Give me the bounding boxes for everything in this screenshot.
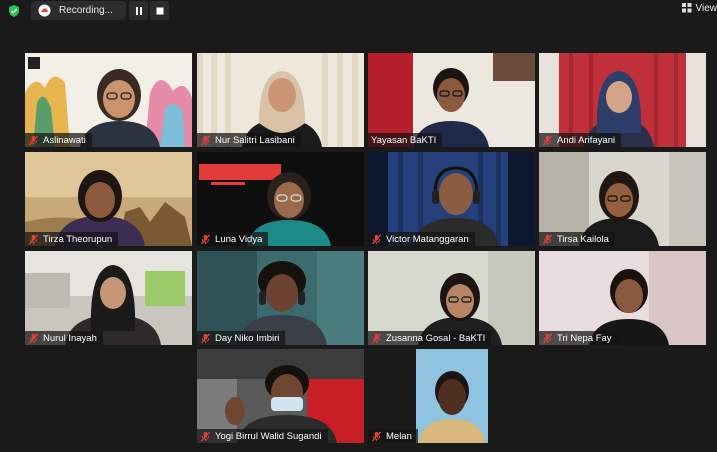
video-tile-day-niko-imbiri[interactable]: Day Niko Imbiri (197, 251, 364, 345)
participant-name: Zusanna Gosal - BaKTI (386, 332, 486, 344)
mic-muted-icon (200, 431, 211, 442)
shield-icon[interactable] (7, 4, 21, 18)
participant-name-tag: Tirza Theorupun (25, 232, 119, 246)
participant-name-tag: Zusanna Gosal - BaKTI (368, 331, 492, 345)
participant-name-tag: Aslinawati (25, 133, 92, 147)
video-tile-zusanna-gosal[interactable]: Zusanna Gosal - BaKTI (368, 251, 535, 345)
grid-view-icon (681, 3, 691, 13)
participant-name: Tirza Theorupun (43, 233, 113, 245)
mic-muted-icon (28, 333, 39, 344)
stop-icon (156, 7, 163, 14)
mic-muted-icon (371, 234, 382, 245)
participant-name: Melan (386, 430, 412, 442)
pause-recording-button[interactable] (129, 1, 148, 20)
mic-muted-icon (200, 234, 211, 245)
participant-name-tag: Yayasan BaKTI (368, 133, 443, 147)
participant-name-tag: Nur Salitri Lasibani (197, 133, 301, 147)
video-tile-victor-matanggaran[interactable]: Victor Matanggaran (368, 152, 535, 246)
participant-name: Victor Matanggaran (386, 233, 469, 245)
participant-name-tag: Luna Vidya (197, 232, 269, 246)
participant-name: Nur Salitri Lasibani (215, 134, 295, 146)
video-tile-melan[interactable]: Melan (368, 349, 535, 443)
participant-name: Tri Nepa Fay (557, 332, 612, 344)
participant-name-tag: Tri Nepa Fay (539, 331, 618, 345)
video-tile-tirsa-kailola[interactable]: Tirsa Kailola (539, 152, 706, 246)
participant-name-tag: Day Niko Imbiri (197, 331, 286, 345)
participant-name-tag: Andi Arifayani (539, 133, 622, 147)
participant-name-tag: Tirsa Kailola (539, 232, 615, 246)
meeting-top-bar: Recording... View (0, 0, 717, 22)
participant-name: Yogi Birrul Walid Sugandi (215, 430, 322, 442)
mic-muted-icon (542, 135, 553, 146)
participant-name: Tirsa Kailola (557, 233, 609, 245)
mic-muted-icon (28, 135, 39, 146)
mic-muted-icon (28, 234, 39, 245)
participant-name-tag: Yogi Birrul Walid Sugandi (197, 429, 328, 443)
stop-recording-button[interactable] (150, 1, 169, 20)
participant-name-tag: Melan (368, 429, 418, 443)
video-tile-andi-arifayani[interactable]: Andi Arifayani (539, 53, 706, 147)
participant-name: Nurul Inayah (43, 332, 97, 344)
recording-label: Recording... (59, 5, 113, 16)
video-tile-yogi-birrul-walid-sugandi[interactable]: Yogi Birrul Walid Sugandi (197, 349, 364, 443)
cloud-recording-icon (38, 4, 51, 17)
mic-muted-icon (542, 234, 553, 245)
view-label: View (695, 2, 717, 14)
video-tile-nurul-inayah[interactable]: Nurul Inayah (25, 251, 192, 345)
video-tile-nur-salitri-lasibani[interactable]: Nur Salitri Lasibani (197, 53, 364, 147)
participant-name: Yayasan BaKTI (371, 134, 437, 146)
view-button[interactable]: View (681, 0, 717, 16)
video-tile-tirza-theorupun[interactable]: Tirza Theorupun (25, 152, 192, 246)
participant-name-tag: Nurul Inayah (25, 331, 103, 345)
mic-muted-icon (200, 135, 211, 146)
participant-name: Aslinawati (43, 134, 86, 146)
video-tile-luna-vidya[interactable]: Luna Vidya (197, 152, 364, 246)
video-tile-tri-nepa-fay[interactable]: Tri Nepa Fay (539, 251, 706, 345)
video-tile-yayasan-bakti[interactable]: Yayasan BaKTI (368, 53, 535, 147)
mic-muted-icon (371, 431, 382, 442)
mic-muted-icon (542, 333, 553, 344)
participant-name: Luna Vidya (215, 233, 263, 245)
mic-muted-icon (200, 333, 211, 344)
participant-name: Andi Arifayani (557, 134, 616, 146)
pause-icon (135, 6, 142, 15)
participant-name-tag: Victor Matanggaran (368, 232, 475, 246)
video-tile-aslinawati[interactable]: Aslinawati (25, 53, 192, 147)
participant-name: Day Niko Imbiri (215, 332, 280, 344)
recording-indicator: Recording... (31, 1, 126, 20)
mic-muted-icon (371, 333, 382, 344)
